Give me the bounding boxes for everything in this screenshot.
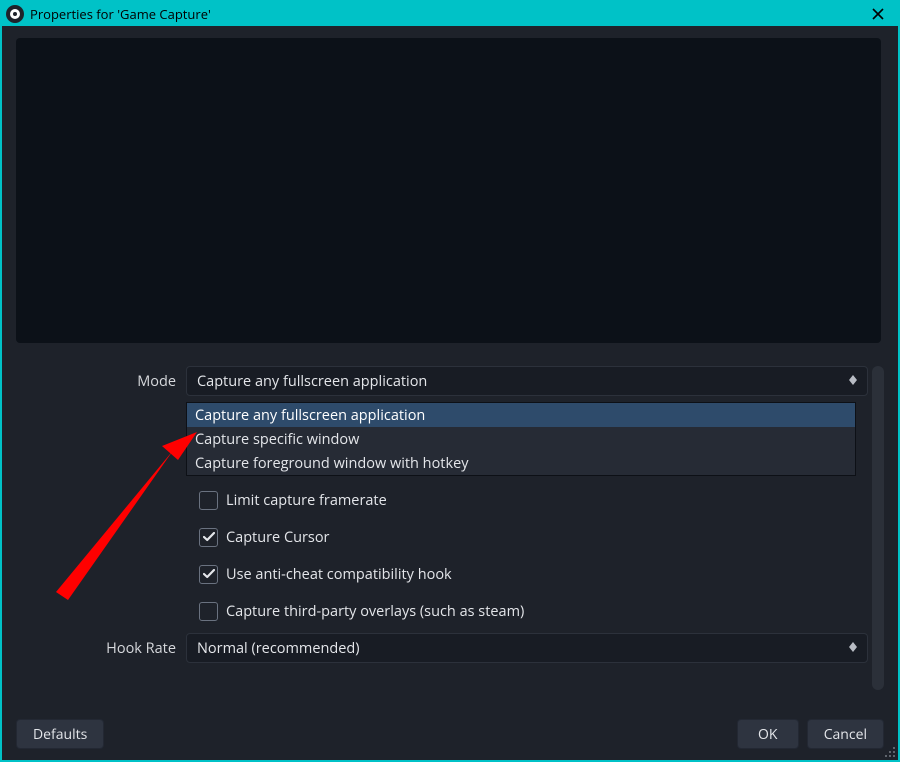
mode-select-value: Capture any fullscreen application (197, 372, 427, 391)
updown-icon (843, 369, 863, 391)
capture-preview (16, 38, 881, 343)
ok-button[interactable]: OK (737, 719, 799, 749)
properties-dialog: Properties for 'Game Capture' Mode Captu… (0, 0, 900, 762)
anti-cheat-checkbox[interactable] (199, 565, 218, 584)
anti-cheat-label: Use anti-cheat compatibility hook (226, 565, 452, 584)
form-scrollbar[interactable] (872, 366, 884, 690)
mode-select[interactable]: Capture any fullscreen application (186, 366, 868, 396)
mode-row: Mode Capture any fullscreen application (16, 366, 868, 396)
limit-framerate-row[interactable]: Limit capture framerate (16, 485, 868, 515)
capture-cursor-label: Capture Cursor (226, 528, 329, 547)
mode-option-foreground-hotkey[interactable]: Capture foreground window with hotkey (187, 451, 855, 475)
capture-cursor-row[interactable]: Capture Cursor (16, 522, 868, 552)
third-party-overlays-checkbox[interactable] (199, 602, 218, 621)
defaults-button[interactable]: Defaults (16, 719, 104, 749)
limit-framerate-label: Limit capture framerate (226, 491, 387, 510)
window-title: Properties for 'Game Capture' (30, 5, 864, 23)
limit-framerate-checkbox[interactable] (199, 491, 218, 510)
updown-icon (843, 636, 863, 658)
titlebar: Properties for 'Game Capture' (2, 2, 898, 26)
cancel-button[interactable]: Cancel (807, 719, 884, 749)
third-party-overlays-label: Capture third-party overlays (such as st… (226, 602, 524, 621)
cancel-button-label: Cancel (824, 725, 867, 744)
hook-rate-select-value: Normal (recommended) (197, 639, 360, 658)
dialog-button-bar: Defaults OK Cancel (16, 718, 884, 750)
third-party-overlays-row[interactable]: Capture third-party overlays (such as st… (16, 596, 868, 626)
mode-label: Mode (16, 372, 186, 391)
close-icon (872, 8, 884, 20)
hook-rate-row: Hook Rate Normal (recommended) (16, 633, 868, 663)
mode-dropdown-popup[interactable]: Capture any fullscreen application Captu… (186, 402, 856, 476)
resize-grip-icon[interactable] (882, 744, 896, 758)
defaults-button-label: Defaults (33, 725, 87, 744)
obs-icon (6, 5, 24, 23)
ok-button-label: OK (758, 725, 777, 744)
anti-cheat-row[interactable]: Use anti-cheat compatibility hook (16, 559, 868, 589)
client-area: Mode Capture any fullscreen application … (2, 26, 898, 760)
mode-option-specific-window[interactable]: Capture specific window (187, 427, 855, 451)
mode-option-fullscreen[interactable]: Capture any fullscreen application (187, 403, 855, 427)
hook-rate-select[interactable]: Normal (recommended) (186, 633, 868, 663)
hook-rate-label: Hook Rate (16, 639, 186, 658)
close-button[interactable] (864, 4, 892, 24)
capture-cursor-checkbox[interactable] (199, 528, 218, 547)
